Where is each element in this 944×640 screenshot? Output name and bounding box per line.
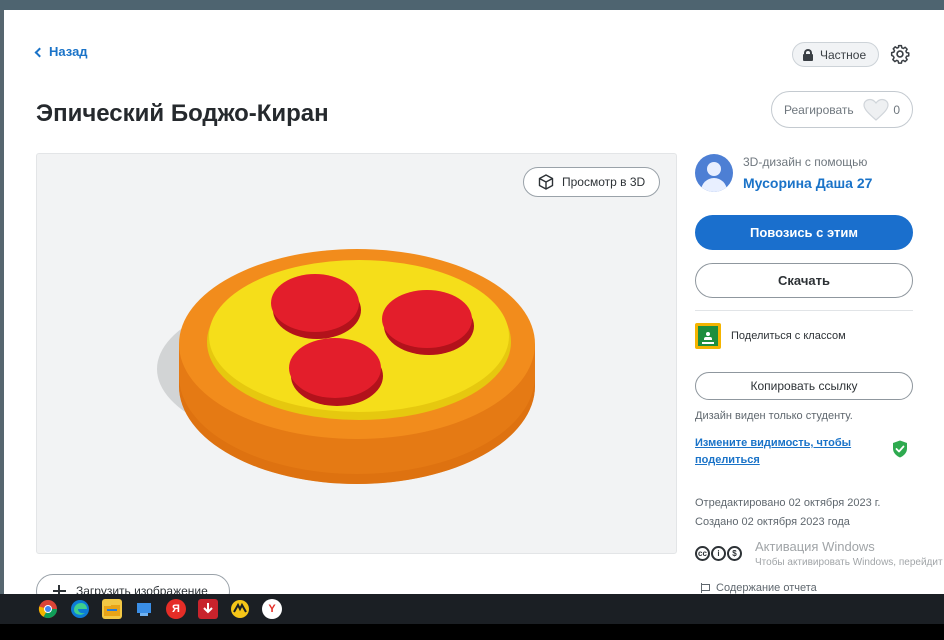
edge-icon[interactable] <box>70 599 90 619</box>
gear-icon[interactable] <box>890 44 910 64</box>
upload-label: Загрузить изображение <box>76 584 208 594</box>
design-page: Назад Частное Эпический Боджо-Киран Реаг… <box>4 10 944 594</box>
screen-bezel <box>0 624 944 640</box>
privacy-badge[interactable]: Частное <box>792 42 880 67</box>
reaction-count: 0 <box>893 102 900 117</box>
yandex-icon[interactable]: Я <box>166 599 186 619</box>
design-preview[interactable]: Просмотр в 3D <box>36 153 677 554</box>
license-icons[interactable]: cc i $ <box>695 546 742 561</box>
creator-name-link[interactable]: Мусорина Даша 27 <box>743 175 872 191</box>
copy-link-button[interactable]: Копировать ссылку <box>695 372 913 400</box>
react-label: Реагировать <box>784 102 854 117</box>
divider <box>695 310 913 311</box>
shield-check-icon <box>893 440 907 458</box>
back-link[interactable]: Назад <box>34 44 88 59</box>
app-icon[interactable] <box>134 599 154 619</box>
report-content-link[interactable]: Содержание отчета <box>701 582 817 594</box>
report-label: Содержание отчета <box>716 582 817 594</box>
nc-icon: $ <box>727 546 742 561</box>
lock-icon <box>803 48 813 61</box>
chrome-icon[interactable] <box>38 599 58 619</box>
by-icon: i <box>711 546 726 561</box>
back-label: Назад <box>49 44 88 59</box>
created-date: Создано 02 октября 2023 года <box>695 516 850 528</box>
yandex-browser-icon[interactable]: Y <box>262 599 282 619</box>
app-icon[interactable] <box>230 599 250 619</box>
react-button[interactable]: Реагировать 0 <box>771 91 913 128</box>
tinker-button[interactable]: Повозись с этим <box>695 215 913 250</box>
pizza-3d-model <box>157 249 535 484</box>
creator-caption: 3D-дизайн с помощью <box>743 155 868 169</box>
download-button[interactable]: Скачать <box>695 263 913 298</box>
heart-icon <box>863 98 889 121</box>
view-3d-button[interactable]: Просмотр в 3D <box>523 167 661 197</box>
change-visibility-link[interactable]: Измените видимость, чтобы поделиться <box>695 435 875 469</box>
edited-date: Отредактировано 02 октября 2023 г. <box>695 497 881 509</box>
chevron-left-icon <box>34 47 45 57</box>
plus-icon <box>53 584 66 594</box>
google-classroom-icon[interactable] <box>695 323 721 349</box>
share-with-class-link[interactable]: Поделиться с классом <box>731 330 846 342</box>
file-explorer-icon[interactable] <box>102 599 122 619</box>
page-title: Эпический Боджо-Киран <box>36 100 329 127</box>
windows-activation-text: Чтобы активировать Windows, перейдит <box>755 557 943 568</box>
windows-activation-title: Активация Windows <box>755 539 875 554</box>
view-3d-label: Просмотр в 3D <box>562 175 646 189</box>
flag-icon <box>701 583 710 593</box>
privacy-label: Частное <box>820 47 867 62</box>
upload-image-button[interactable]: Загрузить изображение <box>36 574 230 594</box>
download-icon[interactable] <box>198 599 218 619</box>
windows-taskbar: Я Y <box>0 594 944 624</box>
cube-icon <box>538 174 554 190</box>
visibility-note: Дизайн виден только студенту. <box>695 410 853 422</box>
avatar[interactable] <box>695 154 733 192</box>
cc-icon: cc <box>695 546 710 561</box>
